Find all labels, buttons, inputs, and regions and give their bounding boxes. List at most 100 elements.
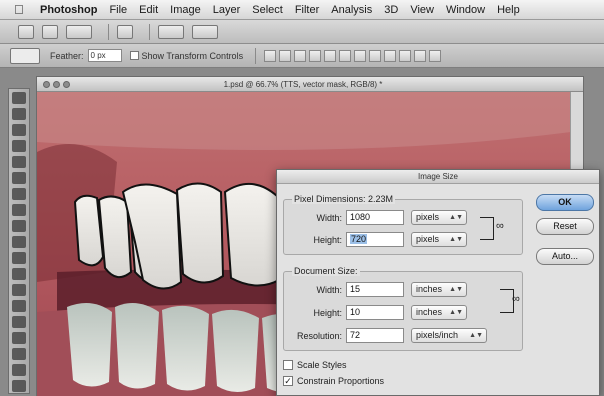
window-controls: [43, 80, 73, 88]
transform-controls-label: Show Transform Controls: [141, 50, 244, 61]
menu-view[interactable]: View: [410, 4, 434, 16]
tool-preset-picker[interactable]: [10, 47, 40, 64]
document-size-group: Document Size: Width: 15 inches ▲▼ Heigh…: [283, 266, 523, 351]
scale-styles-label: Scale Styles: [297, 360, 347, 370]
lasso-tool-icon[interactable]: [12, 124, 26, 136]
brush-tool-icon[interactable]: [12, 204, 26, 216]
menu-window[interactable]: Window: [446, 4, 485, 16]
document-title-bar: 1.psd @ 66.7% (TTS, vector mask, RGB/8) …: [37, 77, 583, 92]
menu-image[interactable]: Image: [170, 4, 201, 16]
doc-width-row: Width: 15 inches ▲▼: [284, 282, 467, 297]
pixel-height-input[interactable]: 720: [346, 232, 404, 247]
eraser-tool-icon[interactable]: [12, 252, 26, 264]
type-tool-icon[interactable]: [12, 332, 26, 344]
resolution-row: Resolution: 72 pixels/inch ▲▼: [284, 328, 487, 343]
doc-height-input[interactable]: 10: [346, 305, 404, 320]
pixel-width-label: Width:: [316, 212, 342, 223]
crop-tool-icon[interactable]: [12, 156, 26, 168]
scale-styles-option[interactable]: Scale Styles: [283, 360, 347, 370]
constrain-proportions-option[interactable]: ✓ Constrain Proportions: [283, 376, 384, 386]
menu-layer[interactable]: Layer: [213, 4, 241, 16]
menu-analysis[interactable]: Analysis: [331, 4, 372, 16]
clone-stamp-tool-icon[interactable]: [12, 220, 26, 232]
menu-bar:  Photoshop File Edit Image Layer Select…: [0, 0, 604, 20]
apple-icon[interactable]: : [14, 2, 28, 17]
pixel-width-row: Width: 1080 pixels ▲▼: [284, 210, 467, 225]
menu-app[interactable]: Photoshop: [40, 4, 97, 16]
distribute-center-icon[interactable]: [414, 49, 427, 62]
eyedropper-tool-icon[interactable]: [12, 172, 26, 184]
zoom-icon[interactable]: [63, 80, 70, 88]
divider: [108, 23, 109, 40]
distribute-right-icon[interactable]: [429, 49, 442, 62]
doc-width-unit: inches: [416, 284, 443, 294]
document-size-label: Document Size:: [292, 266, 360, 276]
marquee-tool-icon[interactable]: [12, 108, 26, 120]
align-right-icon[interactable]: [339, 49, 352, 62]
pixel-height-unit-select[interactable]: pixels ▲▼: [411, 232, 467, 247]
distribute-top-icon[interactable]: [354, 49, 367, 62]
hand-tool-icon[interactable]: [12, 380, 26, 392]
distribute-left-icon[interactable]: [399, 49, 412, 62]
chevron-down-icon: ▲▼: [449, 309, 463, 316]
healing-brush-tool-icon[interactable]: [12, 188, 26, 200]
pixel-height-row: Height: 720 pixels ▲▼: [284, 232, 467, 247]
path-selection-tool-icon[interactable]: [12, 348, 26, 360]
align-middle-icon[interactable]: [279, 49, 292, 62]
pixel-link-bracket: [480, 217, 494, 240]
gradient-tool-icon[interactable]: [12, 268, 26, 280]
auto-button[interactable]: Auto...: [536, 248, 594, 265]
constrain-proportions-checkbox[interactable]: ✓: [283, 376, 293, 386]
distribute-bottom-icon[interactable]: [384, 49, 397, 62]
move-tool-icon[interactable]: [12, 92, 26, 104]
align-center-icon[interactable]: [324, 49, 337, 62]
dodge-tool-icon[interactable]: [12, 300, 26, 312]
transform-controls-checkbox[interactable]: [129, 51, 139, 60]
arrange-documents-button[interactable]: [158, 24, 184, 39]
screen-mode-button[interactable]: [192, 24, 218, 39]
scale-styles-checkbox[interactable]: [283, 360, 293, 370]
history-brush-tool-icon[interactable]: [12, 236, 26, 248]
reset-button[interactable]: Reset: [536, 218, 594, 235]
bridge-button[interactable]: [18, 24, 34, 39]
image-size-dialog: Image Size Pixel Dimensions: 2.23M Width…: [276, 169, 600, 396]
menu-edit[interactable]: Edit: [139, 4, 158, 16]
pixel-width-input[interactable]: 1080: [346, 210, 404, 225]
divider: [255, 47, 257, 64]
pixel-height-label: Height:: [313, 234, 342, 245]
doc-width-unit-select[interactable]: inches ▲▼: [411, 282, 467, 297]
quick-select-tool-icon[interactable]: [12, 140, 26, 152]
close-icon[interactable]: [43, 80, 50, 88]
distribute-middle-icon[interactable]: [369, 49, 382, 62]
minimize-icon[interactable]: [53, 80, 60, 88]
doc-height-row: Height: 10 inches ▲▼: [284, 305, 467, 320]
resolution-input[interactable]: 72: [346, 328, 404, 343]
align-top-icon[interactable]: [264, 49, 277, 62]
pixel-dimensions-group: Pixel Dimensions: 2.23M Width: 1080 pixe…: [283, 194, 523, 255]
zoom-button[interactable]: [117, 24, 133, 39]
chevron-down-icon: ▲▼: [449, 236, 463, 243]
menu-filter[interactable]: Filter: [295, 4, 319, 16]
doc-height-unit-select[interactable]: inches ▲▼: [411, 305, 467, 320]
doc-width-input[interactable]: 15: [346, 282, 404, 297]
mini-bridge-button[interactable]: [42, 24, 58, 39]
pixel-width-unit-select[interactable]: pixels ▲▼: [411, 210, 467, 225]
menu-file[interactable]: File: [109, 4, 127, 16]
menu-help[interactable]: Help: [497, 4, 520, 16]
link-icon: ∞: [512, 293, 520, 305]
constrain-proportions-label: Constrain Proportions: [297, 376, 385, 386]
resolution-label: Resolution:: [296, 330, 342, 341]
menu-3d[interactable]: 3D: [384, 4, 398, 16]
pixel-height-unit: pixels: [416, 234, 440, 244]
menu-select[interactable]: Select: [252, 4, 283, 16]
view-extras-button[interactable]: [66, 24, 92, 39]
feather-field[interactable]: 0 px: [87, 49, 122, 62]
doc-height-label: Height:: [313, 307, 342, 318]
align-left-icon[interactable]: [309, 49, 322, 62]
resolution-unit-select[interactable]: pixels/inch ▲▼: [411, 328, 487, 343]
pen-tool-icon[interactable]: [12, 316, 26, 328]
align-bottom-icon[interactable]: [294, 49, 307, 62]
blur-tool-icon[interactable]: [12, 284, 26, 296]
ok-button[interactable]: OK: [536, 194, 594, 211]
shape-tool-icon[interactable]: [12, 364, 26, 376]
